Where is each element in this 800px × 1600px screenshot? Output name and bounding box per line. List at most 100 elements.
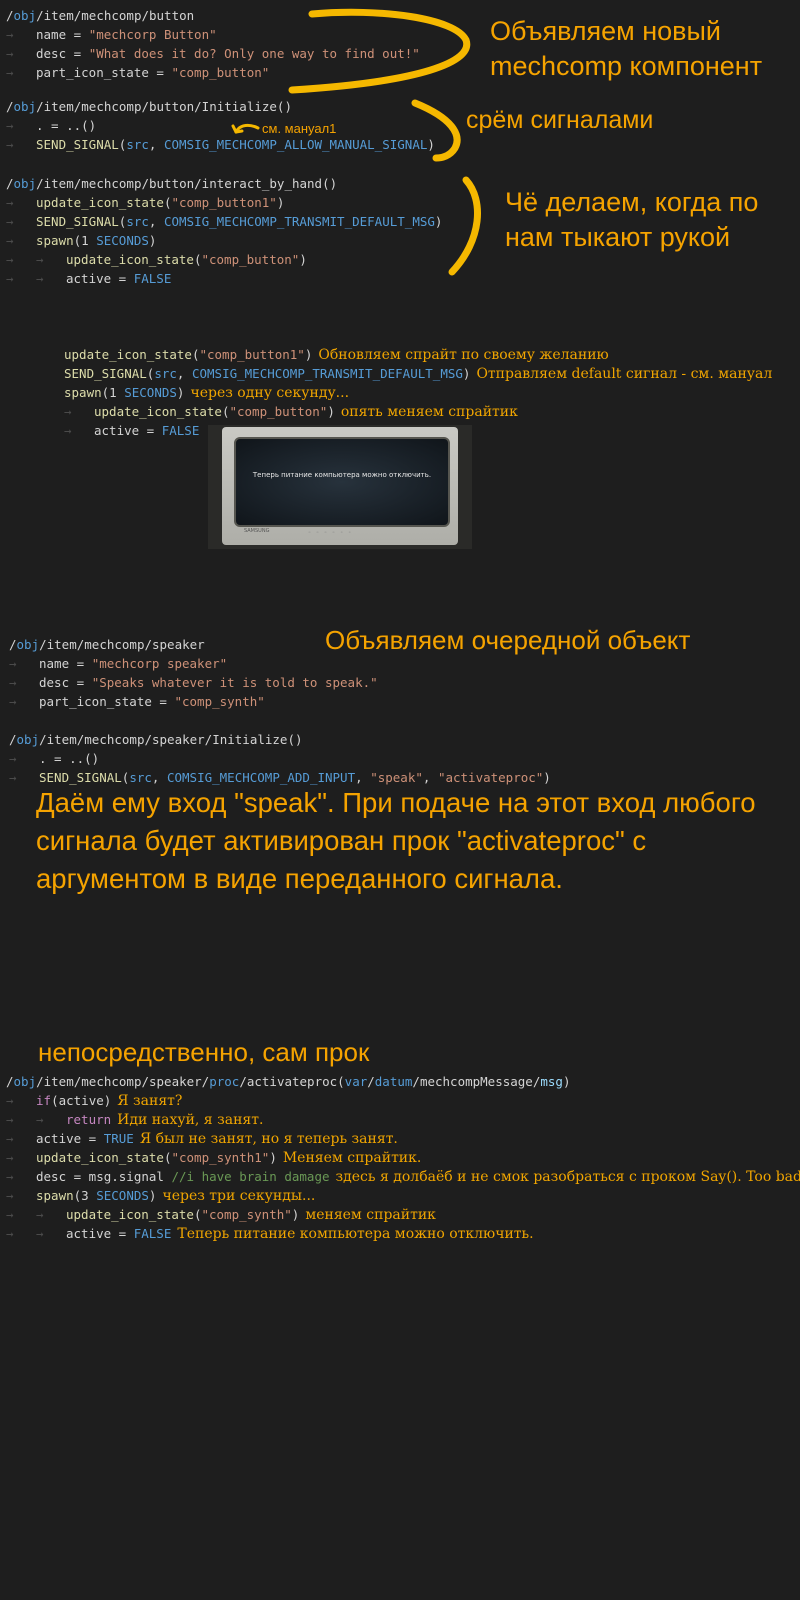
code-line: → desc = msg.signal //i have brain damage… xyxy=(6,1167,800,1186)
code-token: name = xyxy=(39,656,92,671)
code-token: (3 xyxy=(73,1188,97,1203)
annotation-inline: Я был не занят, но я теперь занят. xyxy=(139,1131,398,1147)
code-path-line: /obj/item/mechcomp/speaker/Initialize() xyxy=(9,730,551,749)
code-line: update_icon_state("comp_button1") Обновля… xyxy=(64,345,772,364)
code-token: ) xyxy=(462,366,471,381)
code-token: , xyxy=(422,770,438,785)
code-token: FALSE xyxy=(133,1226,172,1241)
code-token: part_icon_state = xyxy=(39,694,175,709)
code-token: TRUE xyxy=(103,1131,134,1146)
monitor-photo: Теперь питание компьютера можно отключит… xyxy=(208,425,472,549)
code-line: → part_icon_state = "comp_synth" xyxy=(9,692,378,711)
annotation-inline: здесь я долбаёб и не смок разобраться с … xyxy=(335,1169,800,1185)
code-token: update_icon_state xyxy=(64,347,192,362)
code-token: ) xyxy=(148,1188,157,1203)
code-line: → → update_icon_state("comp_synth") меняем … xyxy=(6,1205,800,1224)
indent-guide-icon: → xyxy=(6,1150,14,1165)
indent-guide-icon: → xyxy=(6,1188,14,1203)
monitor-screen-text: Теперь питание компьютера можно отключит… xyxy=(252,471,432,479)
annotation-declare-next: Объявляем очередной объект xyxy=(325,625,691,655)
annotation-inline: через одну секунду... xyxy=(190,385,350,401)
indent-guide-icon: → xyxy=(6,1207,14,1222)
code-token: , xyxy=(151,770,167,785)
code-line: → name = "mechcorp speaker" xyxy=(9,654,378,673)
code-token: SECONDS xyxy=(124,385,177,400)
code-token: proc xyxy=(209,1074,240,1089)
code-token: /activateproc( xyxy=(239,1074,345,1089)
code-token: "comp_button1" xyxy=(199,347,305,362)
code-token: msg xyxy=(540,1074,563,1089)
code-token: ) xyxy=(543,770,551,785)
code-line: spawn(1 SECONDS) через одну секунду... xyxy=(64,383,772,402)
code-token: active = xyxy=(94,423,162,438)
code-token: active = xyxy=(36,1131,104,1146)
code-token: spawn xyxy=(36,1188,74,1203)
code-line: → → return Иди нахуй, я занят. xyxy=(6,1110,800,1129)
monitor-bezel: Теперь питание компьютера можно отключит… xyxy=(222,427,458,545)
indent-guide-icon: → xyxy=(6,1131,14,1146)
indent-guide-icon: → xyxy=(9,656,17,671)
code-token: desc = xyxy=(39,675,92,690)
annotation-speak-input: Даём ему вход "speak". При подаче на это… xyxy=(36,787,756,894)
code-token: SECONDS xyxy=(96,1188,149,1203)
code-token: "speak" xyxy=(370,770,423,785)
code-token: /item/mechcomp/speaker/ xyxy=(36,1074,210,1089)
code-token: / xyxy=(6,1074,14,1089)
indent-guide-icon: → xyxy=(36,1112,44,1127)
code-path-line: /obj/item/mechcomp/speaker/proc/activate… xyxy=(6,1072,800,1091)
annotation-inline: через три секунды... xyxy=(162,1188,316,1204)
indent-guide-icon: → xyxy=(36,1207,44,1222)
annotation-inline: Меняем спрайтик. xyxy=(282,1150,422,1166)
code-token: var xyxy=(344,1074,368,1089)
code-token: COMSIG_MECHCOMP_TRANSMIT_DEFAULT_MSG xyxy=(191,366,463,381)
code-token: ) xyxy=(327,404,335,419)
code-token: ) xyxy=(291,1207,300,1222)
code-token: "Speaks whatever it is told to speak." xyxy=(91,675,378,690)
code-line: → desc = "Speaks whatever it is told to s… xyxy=(9,673,378,692)
code-token: . = ..() xyxy=(39,751,100,766)
code-token: / xyxy=(367,1074,375,1089)
code-token: "comp_synth" xyxy=(201,1207,292,1222)
code-token: update_icon_state xyxy=(36,1150,164,1165)
indent-guide-icon: → xyxy=(64,423,72,438)
code-token: ) xyxy=(562,1074,571,1089)
code-token: SEND_SIGNAL xyxy=(64,366,147,381)
code-token: desc = msg.signal xyxy=(36,1169,172,1184)
indent-guide-icon: → xyxy=(64,404,72,419)
code-token: , xyxy=(176,366,192,381)
code-line: → spawn(3 SECONDS) через три секунды... xyxy=(6,1186,800,1205)
indent-guide-icon: → xyxy=(9,751,17,766)
indent-guide-icon: → xyxy=(6,1093,14,1108)
code-token: "mechcorp speaker" xyxy=(91,656,228,671)
code-token: obj xyxy=(13,1074,37,1089)
code-token: /item/mechcomp/speaker/Initialize() xyxy=(39,732,303,747)
code-line: → update_icon_state("comp_synth1") Меняем … xyxy=(6,1148,800,1167)
code-token: src xyxy=(154,366,177,381)
code-line: → → active = FALSE Теперь питание компьютер… xyxy=(6,1224,800,1243)
code-token: "comp_synth" xyxy=(174,694,265,709)
code-token: if xyxy=(36,1093,52,1108)
code-token: / xyxy=(9,637,17,652)
code-token: ) xyxy=(176,385,185,400)
annotation-inline: опять меняем спрайтик xyxy=(340,404,518,420)
monitor-brand-logo: SAMSUNG xyxy=(244,528,270,534)
code-token: "activateproc" xyxy=(437,770,544,785)
indent-guide-icon: → xyxy=(9,675,17,690)
indent-guide-icon: → xyxy=(6,1169,14,1184)
code-token: (active) xyxy=(51,1093,112,1108)
code-token: /mechcompMessage/ xyxy=(412,1074,541,1089)
code-token: //i have brain damage xyxy=(171,1169,330,1184)
code-block-speaker-proc: /obj/item/mechcomp/speaker/proc/activate… xyxy=(6,1072,800,1243)
annotation-inline: Теперь питание компьютера можно отключит… xyxy=(177,1226,534,1242)
code-block-speaker-decl: /obj/item/mechcomp/speaker → name = "mechc… xyxy=(9,635,378,711)
annotation-proc-itself: непосредственно, сам прок xyxy=(38,1037,370,1067)
annotation-inline: Отправляем default сигнал - см. мануал xyxy=(476,366,773,382)
code-line: → update_icon_state("comp_button") опять м… xyxy=(64,402,772,421)
code-line: → active = TRUE Я был не занят, но я тепер… xyxy=(6,1129,800,1148)
code-line: → if(active) Я занят? xyxy=(6,1091,800,1110)
code-token: return xyxy=(66,1112,112,1127)
code-line: → . = ..() xyxy=(9,749,551,768)
code-token: spawn xyxy=(64,385,102,400)
monitor-screen: Теперь питание компьютера можно отключит… xyxy=(234,437,450,527)
code-token: obj xyxy=(16,637,40,652)
